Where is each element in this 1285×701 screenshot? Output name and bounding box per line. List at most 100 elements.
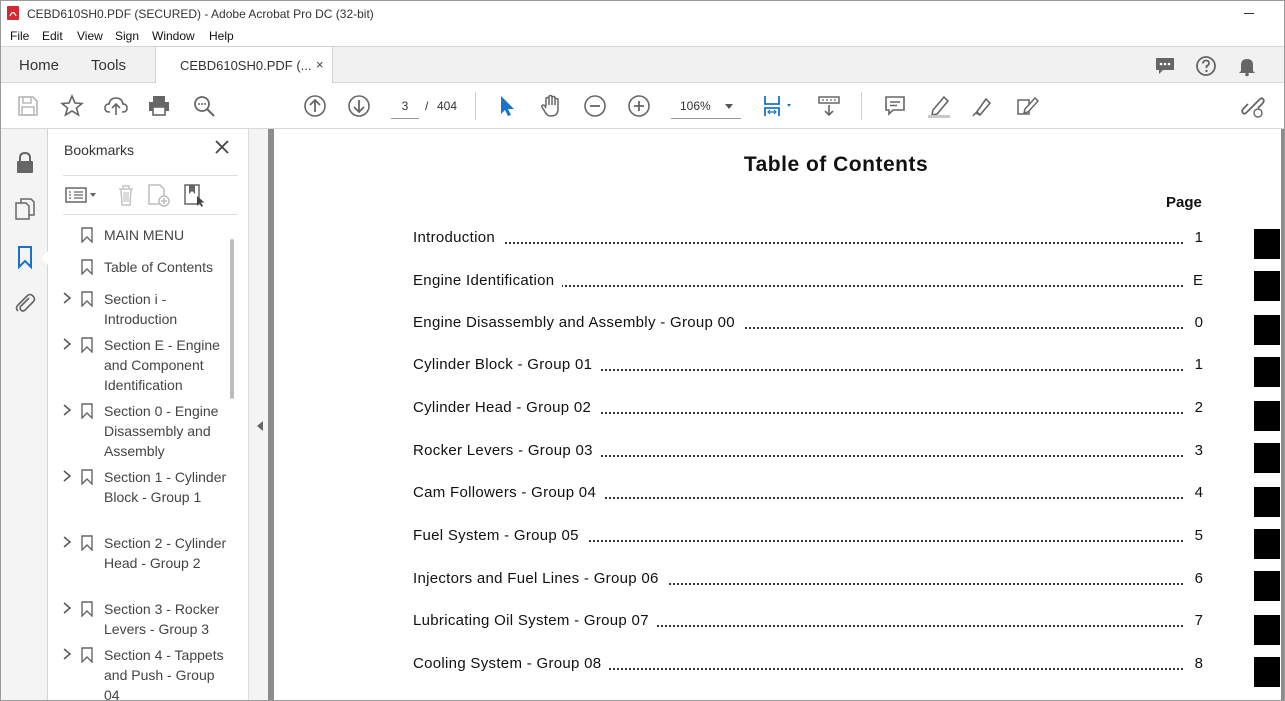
bookmark-label: Section E - Engine and Component Identif… [104,337,220,393]
toc-entry[interactable]: Engine Identification E [413,272,1203,294]
bookmarks-panel-title: Bookmarks [64,142,135,158]
panel-splitter[interactable] [248,129,268,700]
toc-entry-label: Injectors and Fuel Lines - Group 06 [413,570,667,587]
toc-entry-page: 0 [1194,314,1203,331]
zoom-level-value: 106% [680,99,711,113]
tab-home[interactable]: Home [19,57,59,74]
help-icon[interactable] [1195,55,1217,77]
bookmark-label: Table of Contents [104,259,213,275]
tab-close-icon[interactable]: × [316,57,324,72]
toc-entry[interactable]: Cooling System - Group 08 8 [413,655,1203,677]
star-bookmark-icon[interactable] [60,94,84,118]
toc-entry[interactable]: Engine Disassembly and Assembly - Group … [413,314,1203,336]
bookmark-item-table-of-contents[interactable]: Table of Contents [48,257,233,287]
edge-mark [1254,529,1280,559]
page-column-header: Page [1166,194,1202,211]
toc-entry[interactable]: Introduction 1 [413,229,1203,251]
bookmarks-panel-icon[interactable] [13,245,37,269]
toc-entry[interactable]: Cylinder Head - Group 02 2 [413,399,1203,421]
add-comment-icon[interactable] [883,94,907,118]
collapse-panel-arrow-icon[interactable] [257,421,263,431]
acrobat-app-icon [7,6,19,20]
bookmarks-panel: Bookmarks MAIN MENU Table of Contents Se… [48,129,248,701]
toc-entry-page: 5 [1194,527,1203,544]
menu-help[interactable]: Help [209,29,234,43]
edge-mark [1254,315,1280,345]
chevron-right-icon[interactable] [62,404,72,416]
print-icon[interactable] [147,94,171,118]
zoom-in-icon[interactable] [627,94,651,118]
main-toolbar: 3 / 404 106% [1,83,1284,129]
chevron-right-icon[interactable] [62,338,72,350]
zoom-out-icon[interactable] [583,94,607,118]
fill-sign-icon[interactable] [1015,94,1039,118]
find-magnifier-icon[interactable] [192,94,216,118]
page-fit-icon[interactable] [761,94,795,118]
tab-document[interactable]: CEBD610SH0.PDF (... × [155,46,333,84]
hand-tool-icon[interactable] [539,94,563,118]
notifications-bell-icon[interactable] [1236,55,1258,77]
toc-entry[interactable]: Fuel System - Group 05 5 [413,527,1203,549]
bookmark-item-section-e[interactable]: Section E - Engine and Component Identif… [48,335,233,399]
bookmark-item-main-menu[interactable]: MAIN MENU [48,225,233,255]
bookmark-label: Section 4 - Tappets and Push - Group 04 [104,647,224,701]
menu-view[interactable]: View [77,29,103,43]
attachments-paperclip-icon[interactable] [13,291,37,315]
minimize-icon[interactable] [1242,5,1256,19]
toc-entry-label: Fuel System - Group 05 [413,527,587,544]
chevron-right-icon[interactable] [62,292,72,304]
save-icon[interactable] [16,94,40,118]
select-cursor-icon[interactable] [495,94,519,118]
toc-entry[interactable]: Injectors and Fuel Lines - Group 06 6 [413,570,1203,592]
bookmark-item-section-introduction[interactable]: Section i - Introduction [48,289,233,333]
new-bookmark-icon[interactable] [145,182,171,208]
close-panel-icon[interactable] [214,139,230,155]
page-thumbnails-icon[interactable] [13,197,37,221]
previous-page-icon[interactable] [303,94,327,118]
chevron-right-icon[interactable] [62,648,72,660]
window-title: CEBD610SH0.PDF (SECURED) - Adobe Acrobat… [27,7,374,21]
bookmark-item-section-4[interactable]: Section 4 - Tappets and Push - Group 04 [48,645,233,701]
lock-security-icon[interactable] [13,151,37,175]
menu-window[interactable]: Window [152,29,195,43]
bookmark-label: Section 1 - Cylinder Block - Group 1 [104,469,227,505]
bookmark-label: MAIN MENU [104,227,185,243]
comment-bubble-icon[interactable] [1154,55,1176,77]
highlight-pen-icon[interactable] [927,94,951,118]
toc-entry[interactable]: Lubricating Oil System - Group 07 7 [413,612,1203,634]
toc-entry-page: E [1192,272,1203,289]
bookmark-flag-icon [81,403,93,419]
cloud-upload-icon[interactable] [104,94,128,118]
bookmark-label: Section 2 - Cylinder Head - Group 2 [104,535,227,571]
toc-entry-label: Rocker Levers - Group 03 [413,442,601,459]
menu-edit[interactable]: Edit [42,29,63,43]
chevron-right-icon[interactable] [62,602,72,614]
bookmark-item-section-3[interactable]: Section 3 - Rocker Levers - Group 3 [48,599,233,643]
menu-file[interactable]: File [10,29,29,43]
toc-entry-label: Cylinder Block - Group 01 [413,356,601,373]
edge-mark [1254,401,1280,431]
bookmarks-tree: MAIN MENU Table of Contents Section i - … [48,225,233,701]
page-number-input[interactable]: 3 [391,93,419,119]
scroll-mode-icon[interactable] [817,94,841,118]
bookmark-options-icon[interactable] [65,182,99,208]
bookmark-item-section-2[interactable]: Section 2 - Cylinder Head - Group 2 [48,533,233,597]
chevron-right-icon[interactable] [62,470,72,482]
share-link-icon[interactable] [1241,94,1265,118]
draw-freehand-icon[interactable] [971,94,995,118]
toc-entry[interactable]: Cam Followers - Group 04 4 [413,484,1203,506]
next-page-icon[interactable] [347,94,371,118]
bookmark-item-section-1[interactable]: Section 1 - Cylinder Block - Group 1 [48,467,233,531]
tab-tools[interactable]: Tools [91,57,126,74]
toc-entry[interactable]: Cylinder Block - Group 01 1 [413,356,1203,378]
toc-entry[interactable]: Rocker Levers - Group 03 3 [413,442,1203,464]
bookmark-item-section-0[interactable]: Section 0 - Engine Disassembly and Assem… [48,401,233,465]
document-view[interactable]: Table of Contents Page Introduction 1 En… [274,129,1284,700]
chevron-right-icon[interactable] [62,536,72,548]
menu-sign[interactable]: Sign [115,29,139,43]
zoom-level-dropdown[interactable]: 106% [671,93,741,119]
bookmarks-scrollbar[interactable] [230,239,234,399]
delete-bookmark-icon[interactable] [113,182,139,208]
toc-entry-page: 7 [1194,612,1203,629]
find-bookmark-icon[interactable] [181,182,207,208]
